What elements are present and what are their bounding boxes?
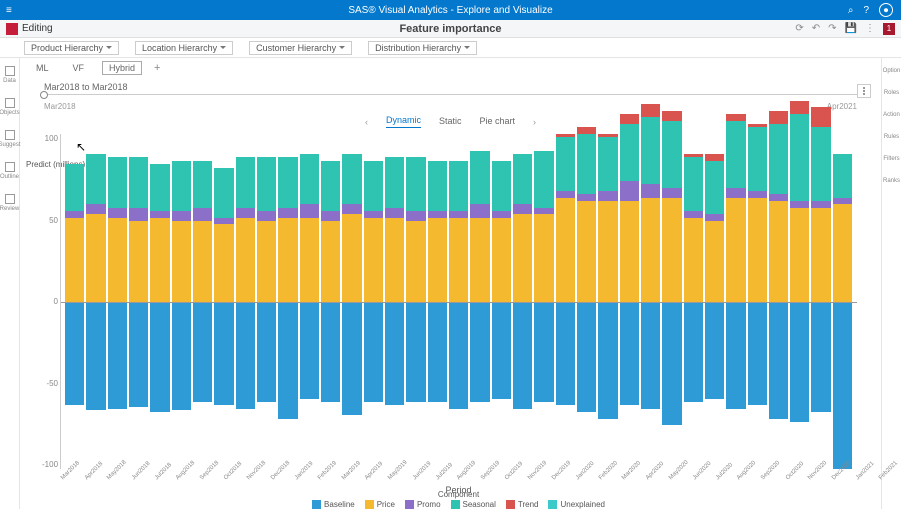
legend-item-promo[interactable]: Promo [405,500,441,509]
leftnav-objects[interactable]: Objects [0,98,20,116]
menu-icon[interactable]: ≡ [6,5,12,16]
notification-badge[interactable]: 1 [883,23,895,35]
undo-icon[interactable]: ↶ [812,23,820,34]
tab-vf[interactable]: VF [67,62,91,74]
leftnav-outline[interactable]: Outline [0,162,19,180]
leftnav-review[interactable]: Review [0,194,19,212]
legend-title: Component [438,490,479,499]
save-icon[interactable]: 💾 [845,23,857,34]
filter-distribution-hierarchy[interactable]: Distribution Hierarchy [368,41,477,55]
page-title: Feature importance [399,23,501,35]
model-tabs: ML VF Hybrid + [20,58,881,78]
legend-item-price[interactable]: Price [365,500,395,509]
search-icon[interactable]: ⌕ [848,5,854,16]
timeline-end: Apr2021 [827,102,857,111]
right-nav: Option Roles Action Rules Filters Ranks [881,58,901,509]
chevron-right-icon[interactable]: › [533,117,536,127]
leftnav-data[interactable]: Data [3,66,16,84]
edit-icon[interactable] [6,23,18,35]
timeline-knob[interactable] [40,91,48,99]
add-tab-button[interactable]: + [154,62,160,74]
rightnav-action[interactable]: Action [883,110,900,118]
filter-bar: Product Hierarchy Location Hierarchy Custo… [0,38,901,58]
range-text: Mar2018 to Mar2018 [20,78,881,92]
filter-location-hierarchy[interactable]: Location Hierarchy [135,41,233,55]
view-dynamic[interactable]: Dynamic [386,115,421,128]
view-pie-chart[interactable]: Pie chart [480,116,516,128]
timeline-start: Mar2018 [44,102,76,111]
y-axis-ticks: 100500-50-100 [42,134,58,469]
legend-item-seasonal[interactable]: Seasonal [451,500,496,509]
tab-hybrid[interactable]: Hybrid [102,61,142,75]
app-titlebar: ≡ SAS® Visual Analytics - Explore and Vi… [0,0,901,20]
leftnav-suggest[interactable]: Suggest [0,130,21,148]
legend-item-baseline[interactable]: Baseline [312,500,355,509]
timeline-slider[interactable] [44,94,857,102]
legend-item-unexplained[interactable]: Unexplained [548,500,604,509]
plot-area [60,134,857,469]
chart: 100500-50-100 Mar2018Apr2018May2018Jun20… [60,134,857,509]
x-axis-ticks: Mar2018Apr2018May2018Jun2018Jul2018Aug20… [60,469,857,481]
app-title: SAS® Visual Analytics - Explore and Visu… [348,5,552,16]
left-nav: Data Objects Suggest Outline Review [0,58,20,509]
refresh-icon[interactable]: ⟳ [795,23,803,34]
edit-bar: Editing Feature importance ⟳ ↶ ↷ 💾 ⋮ 1 [0,20,901,38]
user-avatar[interactable]: ⏺ [879,3,893,17]
chevron-left-icon[interactable]: ‹ [365,117,368,127]
more-icon[interactable]: ⋮ [865,23,875,34]
filter-customer-hierarchy[interactable]: Customer Hierarchy [249,41,352,55]
rightnav-option[interactable]: Option [883,66,901,74]
help-icon[interactable]: ? [863,5,869,16]
legend: Component Baseline Price Promo Seasonal Tren… [60,490,857,509]
legend-item-trend[interactable]: Trend [506,500,539,509]
rightnav-ranks[interactable]: Ranks [883,176,900,184]
rightnav-roles[interactable]: Roles [884,88,899,96]
rightnav-filters[interactable]: Filters [883,154,899,162]
filter-product-hierarchy[interactable]: Product Hierarchy [24,41,119,55]
tab-ml[interactable]: ML [30,62,55,74]
mode-label: Editing [22,23,53,34]
rightnav-rules[interactable]: Rules [884,132,899,140]
view-static[interactable]: Static [439,116,462,128]
chart-menu-icon[interactable] [857,84,871,98]
redo-icon[interactable]: ↷ [828,23,836,34]
